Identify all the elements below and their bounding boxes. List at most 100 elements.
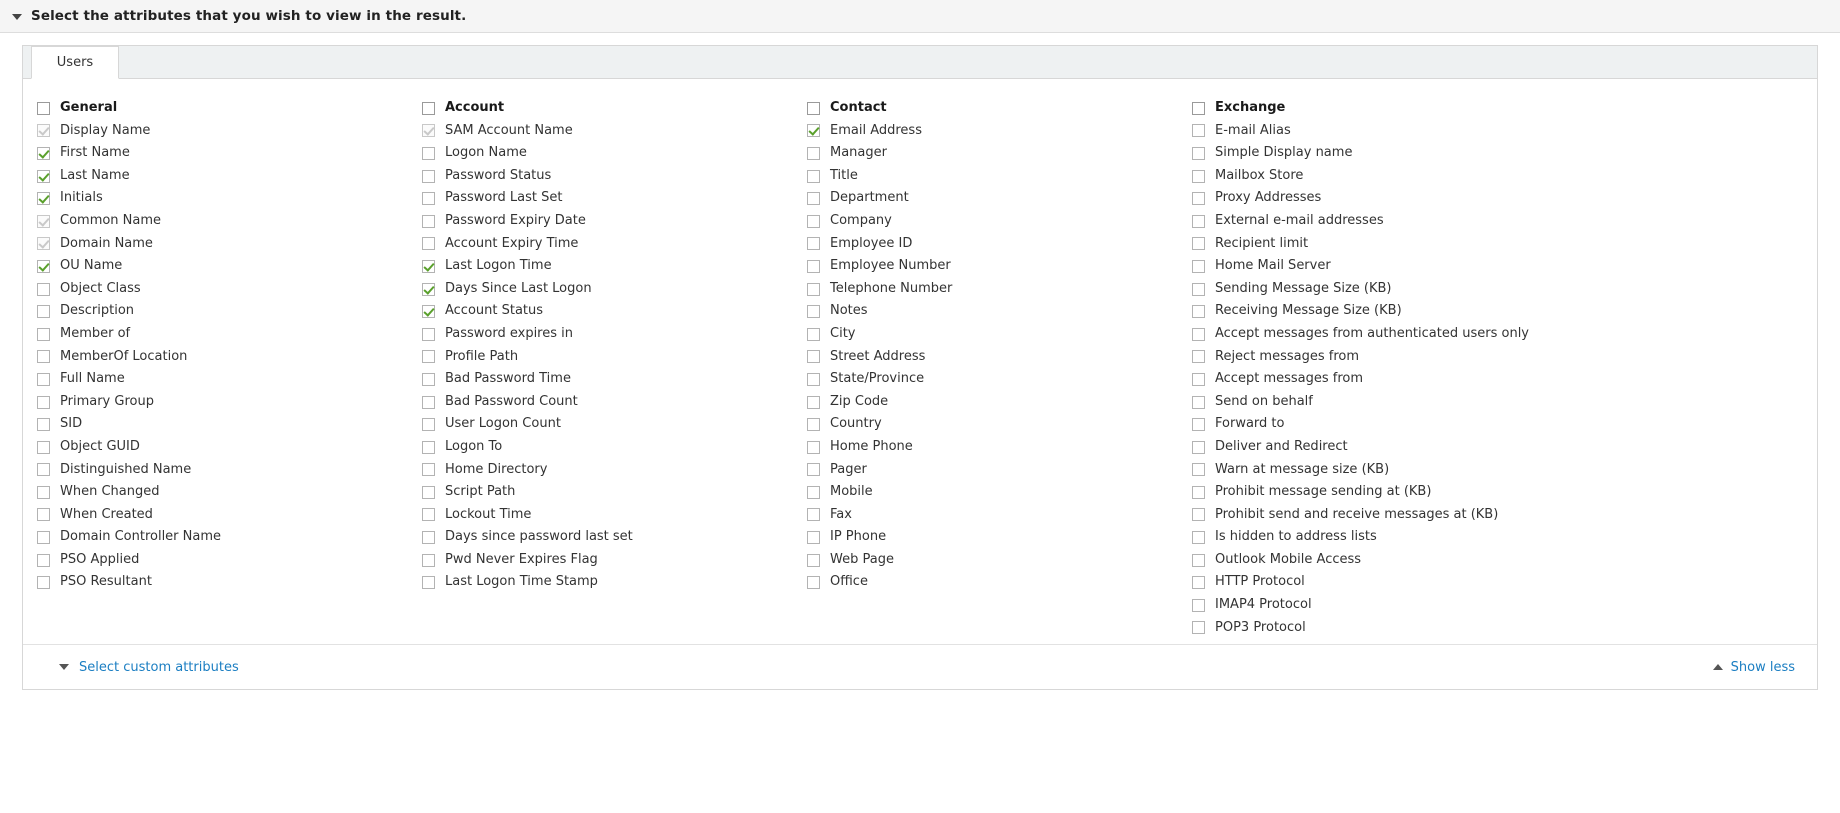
checkbox-company[interactable] <box>807 214 820 228</box>
checkbox-zip-code[interactable] <box>807 395 820 409</box>
checkbox-pso-resultant[interactable] <box>37 576 50 590</box>
checkbox-home-mail-server[interactable] <box>1192 259 1205 273</box>
checkbox-account-status[interactable] <box>422 305 435 319</box>
checkbox-simple-display-name[interactable] <box>1192 146 1205 160</box>
checkbox-label-initials: Initials <box>60 190 103 206</box>
checkbox-pso-applied[interactable] <box>37 553 50 567</box>
checkbox-general[interactable] <box>37 101 50 115</box>
checkbox-pop3-protocol[interactable] <box>1192 621 1205 635</box>
checkbox-email-address[interactable] <box>807 124 820 138</box>
checkbox-password-status[interactable] <box>422 169 435 183</box>
checkbox-recipient-limit[interactable] <box>1192 237 1205 251</box>
checkbox-profile-path[interactable] <box>422 350 435 364</box>
checkbox-warn-at-message-size-kb[interactable] <box>1192 463 1205 477</box>
checkbox-domain-controller-name[interactable] <box>37 531 50 545</box>
select-custom-attributes-link[interactable]: Select custom attributes <box>59 660 239 675</box>
checkbox-member-of[interactable] <box>37 327 50 341</box>
checkbox-full-name[interactable] <box>37 372 50 386</box>
checkbox-department[interactable] <box>807 192 820 206</box>
checkbox-office[interactable] <box>807 576 820 590</box>
checkbox-distinguished-name[interactable] <box>37 463 50 477</box>
checkbox-manager[interactable] <box>807 146 820 160</box>
checkbox-logon-to[interactable] <box>422 440 435 454</box>
checkbox-deliver-and-redirect[interactable] <box>1192 440 1205 454</box>
attribute-row: Domain Controller Name <box>37 526 408 549</box>
checkbox-employee-number[interactable] <box>807 259 820 273</box>
checkbox-state-province[interactable] <box>807 372 820 386</box>
checkbox-city[interactable] <box>807 327 820 341</box>
checkbox-home-phone[interactable] <box>807 440 820 454</box>
checkbox-accept-messages-from-authenticated-users-only[interactable] <box>1192 327 1205 341</box>
checkbox-days-since-password-last-set[interactable] <box>422 531 435 545</box>
checkbox-mobile[interactable] <box>807 485 820 499</box>
checkbox-external-e-mail-addresses[interactable] <box>1192 214 1205 228</box>
checkbox-is-hidden-to-address-lists[interactable] <box>1192 531 1205 545</box>
tab-users[interactable]: Users <box>31 46 119 79</box>
attribute-row: Days since password last set <box>422 526 793 549</box>
checkbox-when-created[interactable] <box>37 508 50 522</box>
checkbox-pager[interactable] <box>807 463 820 477</box>
checkbox-country[interactable] <box>807 418 820 432</box>
checkbox-password-last-set[interactable] <box>422 192 435 206</box>
checkbox-sid[interactable] <box>37 418 50 432</box>
checkbox-object-class[interactable] <box>37 282 50 296</box>
checkbox-account-expiry-time[interactable] <box>422 237 435 251</box>
checkbox-mailbox-store[interactable] <box>1192 169 1205 183</box>
checkbox-prohibit-send-and-receive-messages-at-kb[interactable] <box>1192 508 1205 522</box>
checkbox-bad-password-time[interactable] <box>422 372 435 386</box>
checkbox-days-since-last-logon[interactable] <box>422 282 435 296</box>
checkbox-telephone-number[interactable] <box>807 282 820 296</box>
checkbox-pwd-never-expires-flag[interactable] <box>422 553 435 567</box>
checkbox-object-guid[interactable] <box>37 440 50 454</box>
checkbox-label-object-guid: Object GUID <box>60 438 140 454</box>
checkbox-reject-messages-from[interactable] <box>1192 350 1205 364</box>
checkbox-http-protocol[interactable] <box>1192 576 1205 590</box>
attribute-row: Forward to <box>1192 413 1658 436</box>
checkbox-forward-to[interactable] <box>1192 418 1205 432</box>
checkbox-fax[interactable] <box>807 508 820 522</box>
caret-down-icon[interactable] <box>12 13 22 20</box>
checkbox-primary-group[interactable] <box>37 395 50 409</box>
checkbox-script-path[interactable] <box>422 485 435 499</box>
checkbox-exchange[interactable] <box>1192 101 1205 115</box>
checkbox-imap4-protocol[interactable] <box>1192 598 1205 612</box>
checkbox-prohibit-message-sending-at-kb[interactable] <box>1192 485 1205 499</box>
checkbox-street-address[interactable] <box>807 350 820 364</box>
checkbox-last-logon-time[interactable] <box>422 259 435 273</box>
checkbox-notes[interactable] <box>807 305 820 319</box>
checkbox-sending-message-size-kb[interactable] <box>1192 282 1205 296</box>
attribute-row: Notes <box>807 300 1178 323</box>
checkbox-send-on-behalf[interactable] <box>1192 395 1205 409</box>
checkbox-outlook-mobile-access[interactable] <box>1192 553 1205 567</box>
checkbox-employee-id[interactable] <box>807 237 820 251</box>
checkbox-logon-name[interactable] <box>422 146 435 160</box>
checkbox-password-expires-in[interactable] <box>422 327 435 341</box>
checkbox-password-expiry-date[interactable] <box>422 214 435 228</box>
checkbox-description[interactable] <box>37 305 50 319</box>
checkbox-last-logon-time-stamp[interactable] <box>422 576 435 590</box>
checkbox-account[interactable] <box>422 101 435 115</box>
checkbox-receiving-message-size-kb[interactable] <box>1192 305 1205 319</box>
checkbox-last-name[interactable] <box>37 169 50 183</box>
checkbox-bad-password-count[interactable] <box>422 395 435 409</box>
checkbox-first-name[interactable] <box>37 146 50 160</box>
checkbox-proxy-addresses[interactable] <box>1192 192 1205 206</box>
checkbox-web-page[interactable] <box>807 553 820 567</box>
checkbox-user-logon-count[interactable] <box>422 418 435 432</box>
checkbox-contact[interactable] <box>807 101 820 115</box>
checkbox-initials[interactable] <box>37 192 50 206</box>
checkbox-label-home-mail-server: Home Mail Server <box>1215 258 1331 274</box>
checkbox-title[interactable] <box>807 169 820 183</box>
checkbox-ou-name[interactable] <box>37 259 50 273</box>
checkbox-ip-phone[interactable] <box>807 531 820 545</box>
checkbox-home-directory[interactable] <box>422 463 435 477</box>
show-less-link[interactable]: Show less <box>1712 660 1795 675</box>
attribute-row: Home Phone <box>807 436 1178 459</box>
checkbox-label-mobile: Mobile <box>830 484 873 500</box>
checkbox-e-mail-alias[interactable] <box>1192 124 1205 138</box>
checkbox-lockout-time[interactable] <box>422 508 435 522</box>
checkbox-label-city: City <box>830 325 856 341</box>
checkbox-accept-messages-from[interactable] <box>1192 372 1205 386</box>
checkbox-memberof-location[interactable] <box>37 350 50 364</box>
checkbox-when-changed[interactable] <box>37 485 50 499</box>
